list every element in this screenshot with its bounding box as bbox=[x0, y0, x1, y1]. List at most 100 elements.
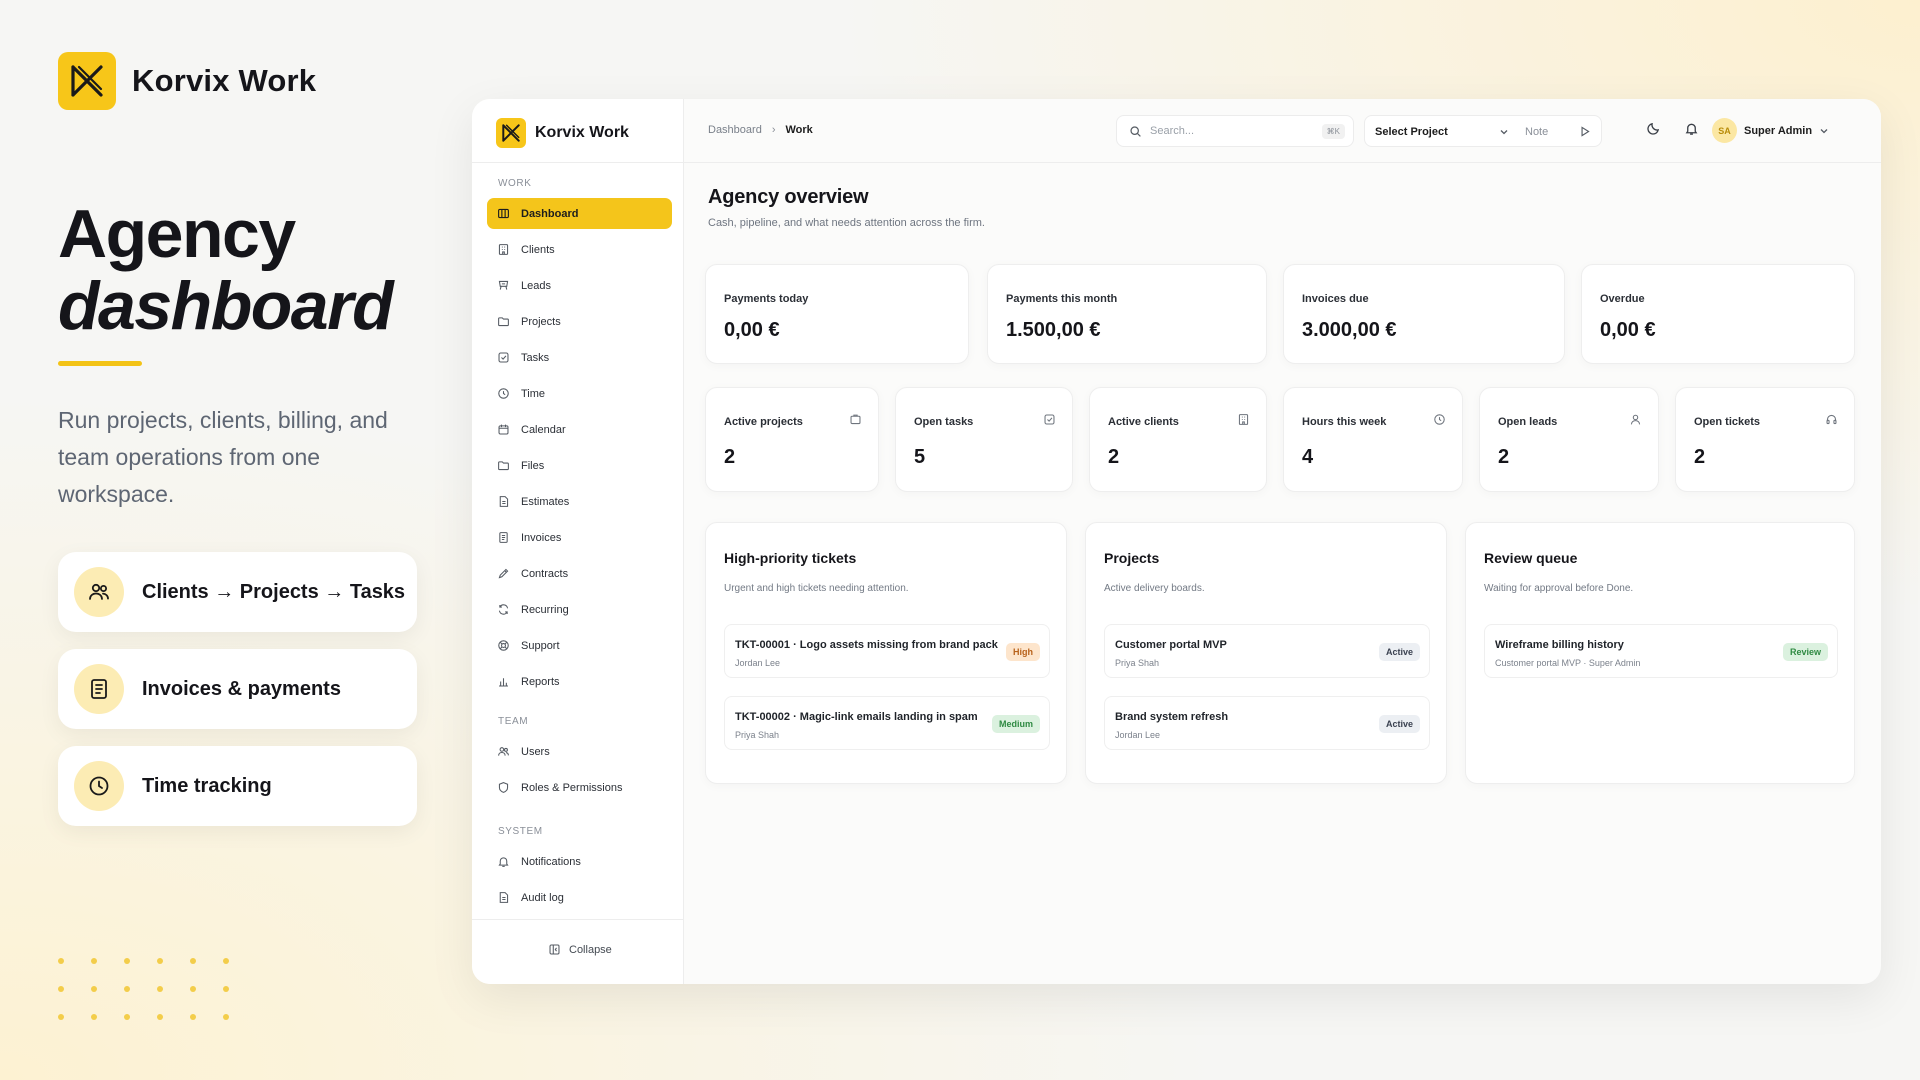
dashboard-icon bbox=[498, 208, 509, 219]
sidebar: Korvix Work WORK Dashboard Clients Leads… bbox=[472, 99, 684, 984]
sidebar-item-label: Invoices bbox=[521, 531, 562, 544]
hero-description: Run projects, clients, billing, and team… bbox=[58, 407, 388, 507]
sidebar-section-team: TEAM bbox=[498, 716, 529, 727]
sidebar-item-dashboard[interactable]: Dashboard bbox=[487, 198, 672, 229]
project-row[interactable]: Customer portal MVP Priya Shah Active bbox=[1104, 624, 1430, 678]
search-box[interactable]: ⌘K bbox=[1116, 115, 1354, 147]
sidebar-item-audit-log[interactable]: Audit log bbox=[487, 882, 672, 913]
document-icon bbox=[499, 892, 509, 903]
sidebar-item-notifications[interactable]: Notifications bbox=[487, 846, 672, 877]
stat-label: Active clients bbox=[1108, 416, 1179, 428]
ticket-assignee: Priya Shah bbox=[735, 730, 780, 740]
divider bbox=[472, 162, 684, 163]
sidebar-item-calendar[interactable]: Calendar bbox=[487, 414, 672, 445]
stat-card-active-clients[interactable]: Active clients 2 bbox=[1089, 387, 1267, 492]
sidebar-section-work: WORK bbox=[498, 178, 532, 189]
project-title: Customer portal MVP bbox=[1115, 639, 1227, 651]
chevron-down-icon[interactable] bbox=[1499, 127, 1509, 137]
clock-icon bbox=[498, 388, 509, 399]
feature-card-clients: Clients → Projects → Tasks bbox=[58, 552, 417, 632]
sidebar-item-tasks[interactable]: Tasks bbox=[487, 342, 672, 373]
collapse-button[interactable]: Collapse bbox=[548, 943, 612, 956]
sidebar-item-files[interactable]: Files bbox=[487, 450, 672, 481]
sidebar-item-roles[interactable]: Roles & Permissions bbox=[487, 772, 672, 803]
feature-label: Time tracking bbox=[142, 774, 272, 797]
sidebar-item-label: Contracts bbox=[521, 567, 569, 580]
status-badge: Active bbox=[1378, 643, 1420, 661]
stat-card-active-projects[interactable]: Active projects 2 bbox=[705, 387, 879, 492]
stat-label: Open leads bbox=[1498, 416, 1558, 428]
panel-title: High-priority tickets bbox=[724, 550, 857, 566]
panel-subtitle: Active delivery boards. bbox=[1104, 583, 1205, 594]
folder-icon bbox=[850, 414, 861, 425]
checkbox-icon bbox=[1044, 414, 1055, 425]
search-icon bbox=[1130, 125, 1141, 137]
stat-card-open-tickets[interactable]: Open tickets 2 bbox=[1675, 387, 1855, 492]
collapse-icon bbox=[549, 944, 560, 955]
project-select[interactable]: Select Project bbox=[1375, 126, 1448, 138]
building-icon bbox=[498, 244, 509, 255]
stat-label: Open tickets bbox=[1694, 416, 1761, 428]
project-row[interactable]: Brand system refresh Jordan Lee Active bbox=[1104, 696, 1430, 750]
sidebar-item-contracts[interactable]: Contracts bbox=[487, 558, 672, 589]
sidebar-item-reports[interactable]: Reports bbox=[487, 666, 672, 697]
sidebar-brand-name: Korvix Work bbox=[535, 124, 629, 141]
breadcrumb-dashboard[interactable]: Dashboard bbox=[708, 124, 762, 136]
stat-card-open-tasks[interactable]: Open tasks 5 bbox=[895, 387, 1073, 492]
feature-label: Invoices & payments bbox=[142, 677, 341, 700]
invoice-icon bbox=[74, 664, 124, 714]
ticket-row[interactable]: TKT-00001 · Logo assets missing from bra… bbox=[724, 624, 1050, 678]
sidebar-item-label: Support bbox=[521, 639, 560, 652]
stat-card-hours-week[interactable]: Hours this week 4 bbox=[1283, 387, 1463, 492]
sidebar-item-support[interactable]: Support bbox=[487, 630, 672, 661]
play-icon[interactable] bbox=[1578, 125, 1591, 138]
stat-value: 2 bbox=[1108, 446, 1120, 468]
sidebar-brand[interactable]: Korvix Work bbox=[496, 118, 629, 148]
sidebar-item-invoices[interactable]: Invoices bbox=[487, 522, 672, 553]
hero-title-line1: Agency bbox=[58, 196, 296, 272]
panel-projects: Projects Active delivery boards. Custome… bbox=[1085, 522, 1447, 784]
page-subtitle: Cash, pipeline, and what needs attention… bbox=[708, 217, 985, 229]
checkbox-icon bbox=[498, 352, 509, 363]
user-icon bbox=[1630, 414, 1641, 425]
brand-name: Korvix Work bbox=[132, 63, 317, 98]
search-shortcut: ⌘K bbox=[1321, 123, 1345, 139]
sidebar-item-label: Roles & Permissions bbox=[521, 781, 623, 794]
sidebar-item-recurring[interactable]: Recurring bbox=[487, 594, 672, 625]
hero-underline bbox=[58, 361, 142, 366]
note-input[interactable]: Note bbox=[1525, 126, 1548, 138]
stat-card-open-leads[interactable]: Open leads 2 bbox=[1479, 387, 1659, 492]
status-badge: Review bbox=[1782, 643, 1828, 661]
sidebar-item-projects[interactable]: Projects bbox=[487, 306, 672, 337]
ticket-assignee: Jordan Lee bbox=[735, 658, 781, 668]
kpi-label: Payments today bbox=[724, 293, 809, 305]
stat-value: 4 bbox=[1302, 446, 1314, 468]
user-menu[interactable]: SA Super Admin bbox=[1712, 118, 1829, 143]
sidebar-item-clients[interactable]: Clients bbox=[487, 234, 672, 265]
search-input[interactable] bbox=[1150, 125, 1314, 137]
sidebar-item-label: Notifications bbox=[521, 855, 581, 868]
sidebar-item-leads[interactable]: Leads bbox=[487, 270, 672, 301]
chevron-right-icon: › bbox=[771, 124, 776, 136]
ticket-row[interactable]: TKT-00002 · Magic-link emails landing in… bbox=[724, 696, 1050, 750]
sidebar-item-estimates[interactable]: Estimates bbox=[487, 486, 672, 517]
review-row[interactable]: Wireframe billing history Customer porta… bbox=[1484, 624, 1838, 678]
project-owner: Jordan Lee bbox=[1115, 730, 1161, 740]
panel-subtitle: Waiting for approval before Done. bbox=[1484, 583, 1634, 594]
moon-icon[interactable] bbox=[1646, 121, 1661, 136]
sidebar-item-users[interactable]: Users bbox=[487, 736, 672, 767]
bell-icon bbox=[498, 857, 509, 867]
kpi-label: Overdue bbox=[1600, 293, 1645, 305]
sidebar-item-label: Time bbox=[521, 387, 546, 400]
sidebar-item-time[interactable]: Time bbox=[487, 378, 672, 409]
bell-icon[interactable] bbox=[1684, 121, 1699, 136]
priority-badge: High bbox=[1006, 643, 1040, 661]
kpi-value: 0,00 € bbox=[724, 319, 780, 341]
kpi-card-payments-month: Payments this month 1.500,00 € bbox=[987, 264, 1267, 364]
contract-icon bbox=[498, 568, 509, 579]
clock-icon bbox=[1434, 414, 1445, 425]
support-icon bbox=[498, 640, 509, 651]
chart-icon bbox=[499, 678, 508, 687]
ticket-title: TKT-00001 · Logo assets missing from bra… bbox=[735, 639, 998, 651]
stat-value: 2 bbox=[724, 446, 736, 468]
